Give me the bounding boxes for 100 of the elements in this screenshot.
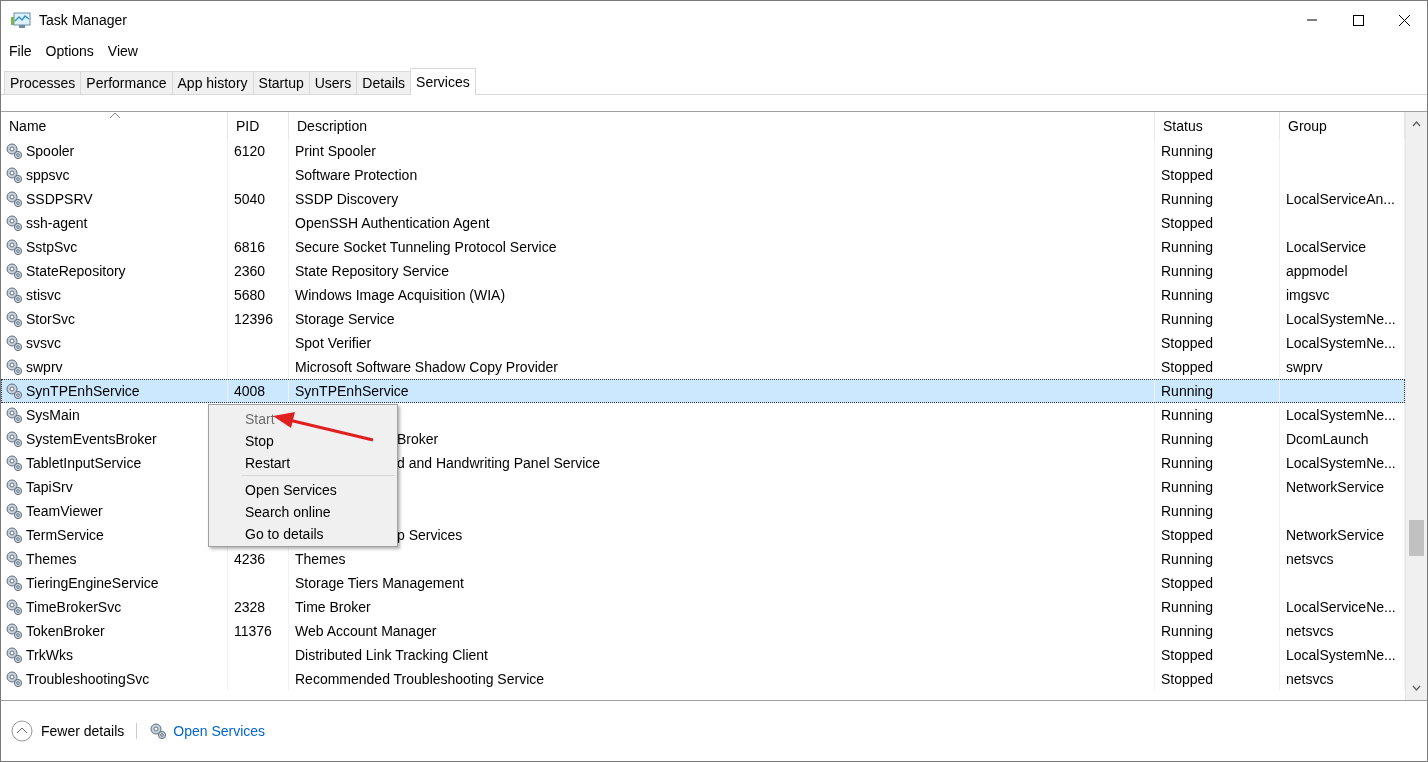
gear-icon <box>5 502 23 520</box>
menu-item[interactable]: File <box>9 43 32 59</box>
table-cell: LocalServiceAn... <box>1286 191 1395 207</box>
scroll-thumb[interactable] <box>1409 520 1424 556</box>
table-cell: d and Handwriting Panel Service <box>397 455 601 471</box>
menu-item[interactable]: Open Services <box>209 478 397 500</box>
table-cell: Spot Verifier <box>295 335 372 351</box>
menu-item[interactable]: Stop <box>209 429 397 451</box>
gear-icon <box>5 646 23 664</box>
table-row[interactable]: Spooler 6120 Print Spooler Running <box>1 139 1405 163</box>
tab[interactable]: Startup <box>252 71 310 94</box>
table-cell: Web Account Manager <box>295 623 437 639</box>
table-cell: Themes <box>26 551 77 567</box>
table-row[interactable]: stisvc 5680 Windows Image Acquisition (WIA) Running imgsvc <box>1 283 1405 307</box>
column-header[interactable]: Name <box>1 112 228 139</box>
table-cell: Stopped <box>1161 215 1214 231</box>
table-cell: imgsvc <box>1286 287 1330 303</box>
table-row[interactable]: StateRepository 2360 State Repository Service Running appmodel <box>1 259 1405 283</box>
scroll-up-icon[interactable] <box>1412 121 1421 127</box>
column-header[interactable]: Description <box>289 112 1155 139</box>
gear-icon <box>5 574 23 592</box>
table-row[interactable]: TroubleshootingSvc Recommended Troubleshooting Service Stopped netsvcs <box>1 667 1405 691</box>
table-row[interactable]: sppsvc Software Protection Stopped <box>1 163 1405 187</box>
column-header[interactable]: Status <box>1155 112 1280 139</box>
table-cell: Stopped <box>1161 335 1214 351</box>
menu-item[interactable]: Go to details <box>209 522 397 544</box>
column-header[interactable]: PID <box>228 112 289 139</box>
menu-item[interactable]: Search online <box>209 500 397 522</box>
table-cell: State Repository Service <box>295 263 450 279</box>
table-cell: Broker <box>397 431 439 447</box>
table-cell: TokenBroker <box>26 623 105 639</box>
sort-caret-icon <box>109 112 121 119</box>
table-cell: LocalServiceNe... <box>1286 599 1396 615</box>
gear-icon <box>5 214 23 232</box>
menu-item[interactable]: Options <box>45 43 94 59</box>
table-cell: LocalSystemNe... <box>1286 311 1396 327</box>
table-cell: Microsoft Software Shadow Copy Provider <box>295 359 558 375</box>
gear-icon <box>5 670 23 688</box>
table-cell: 6120 <box>234 143 266 159</box>
tab[interactable]: App history <box>171 71 254 94</box>
table-cell: TroubleshootingSvc <box>26 671 150 687</box>
table-cell: stisvc <box>26 287 61 303</box>
table-row[interactable]: SynTPEnhService 4008 SynTPEnhService Running <box>1 379 1405 403</box>
table-row[interactable]: TrkWks Distributed Link Tracking Client Stopped LocalSystemNe... <box>1 643 1405 667</box>
gear-icon <box>5 238 23 256</box>
table-cell: Running <box>1161 239 1214 255</box>
table-cell: TapiSrv <box>26 479 73 495</box>
table-cell: Storage Tiers Management <box>295 575 464 591</box>
table-row[interactable]: svsvc Spot Verifier Stopped LocalSystemNe... <box>1 331 1405 355</box>
scroll-down-icon[interactable] <box>1412 685 1421 691</box>
table-cell: 12396 <box>234 311 273 327</box>
scrollbar[interactable] <box>1405 112 1427 700</box>
table-cell: Secure Socket Tunneling Protocol Service <box>295 239 557 255</box>
table-row[interactable]: ssh-agent OpenSSH Authentication Agent Stopped <box>1 211 1405 235</box>
table-cell: TeamViewer <box>26 503 103 519</box>
table-cell: netsvcs <box>1286 623 1334 639</box>
table-cell: SynTPEnhService <box>26 383 140 399</box>
table-cell: Stopped <box>1161 527 1214 543</box>
tab[interactable]: Services <box>410 68 476 95</box>
fewer-details-button[interactable]: Fewer details <box>11 720 125 742</box>
table-cell: SystemEventsBroker <box>26 431 157 447</box>
window-title: Task Manager <box>39 12 128 28</box>
table-row[interactable]: TimeBrokerSvc 2328 Time Broker Running LocalServiceNe... <box>1 595 1405 619</box>
open-services-link[interactable]: Open Services <box>173 723 266 739</box>
table-cell: Windows Image Acquisition (WIA) <box>295 287 506 303</box>
table-cell: appmodel <box>1286 263 1348 279</box>
maximize-icon <box>1352 14 1364 26</box>
table-cell: swprv <box>26 359 63 375</box>
gear-icon <box>5 526 23 544</box>
table-cell: netsvcs <box>1286 551 1334 567</box>
gear-icon <box>149 722 168 740</box>
table-cell: Running <box>1161 263 1214 279</box>
gear-icon <box>5 598 23 616</box>
table-row[interactable]: StorSvc 12396 Storage Service Running LocalSystemNe... <box>1 307 1405 331</box>
table-row[interactable]: SstpSvc 6816 Secure Socket Tunneling Protocol Service Running LocalService <box>1 235 1405 259</box>
gear-icon <box>5 454 23 472</box>
table-cell: 11376 <box>234 623 272 639</box>
table-row[interactable]: TieringEngineService Storage Tiers Management Stopped <box>1 571 1405 595</box>
table-cell: 2328 <box>234 599 266 615</box>
table-cell: Running <box>1161 191 1214 207</box>
menu-item[interactable]: View <box>107 43 138 59</box>
table-cell: Running <box>1161 455 1214 471</box>
table-cell: Spooler <box>26 143 75 159</box>
tab[interactable]: Performance <box>80 71 173 94</box>
table-cell: Print Spooler <box>295 143 376 159</box>
table-cell: Stopped <box>1161 575 1214 591</box>
chevron-up-icon <box>11 720 33 742</box>
tab[interactable]: Details <box>356 71 412 94</box>
table-cell: 5680 <box>234 287 266 303</box>
table-row[interactable]: SSDPSRV 5040 SSDP Discovery Running LocalServiceAn... <box>1 187 1405 211</box>
gear-icon <box>5 382 23 400</box>
tab[interactable]: Processes <box>4 71 82 94</box>
table-cell: 2360 <box>234 263 266 279</box>
gear-icon <box>5 406 23 424</box>
table-cell: LocalService <box>1286 239 1367 255</box>
table-row[interactable]: TokenBroker 11376 Web Account Manager Running netsvcs <box>1 619 1405 643</box>
table-cell: p Services <box>397 527 463 543</box>
table-cell: SysMain <box>26 407 80 423</box>
menu-item[interactable]: Restart <box>209 451 397 473</box>
tab[interactable]: Users <box>308 71 358 94</box>
